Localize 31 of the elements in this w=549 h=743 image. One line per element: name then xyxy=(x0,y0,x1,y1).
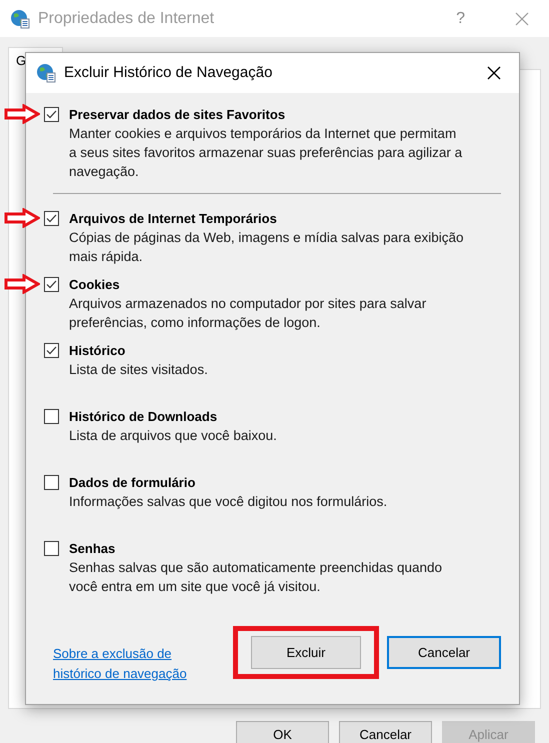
window-title: Propriedades de Internet xyxy=(38,8,214,28)
option-label: Histórico de Downloads xyxy=(69,408,218,426)
option-description: Lista de arquivos que você baixou. xyxy=(69,427,278,445)
option-description: Cópias de páginas da Web, imagens e mídia salvas para exibição mais rápida. xyxy=(69,229,464,266)
checkbox[interactable] xyxy=(44,107,59,122)
option-description: Lista de sites visitados. xyxy=(69,361,209,379)
globe-icon xyxy=(36,63,56,83)
help-link[interactable]: Sobre a exclusão de histórico de navegação xyxy=(53,644,217,684)
option-description: Informações salvas que você digitou nos formulários. xyxy=(69,493,388,511)
checkbox[interactable] xyxy=(44,409,59,424)
checkbox[interactable] xyxy=(44,475,59,490)
checkbox[interactable] xyxy=(44,277,59,292)
option-label: Cookies xyxy=(69,276,121,294)
option-label: Dados de formulário xyxy=(69,474,196,492)
option-description: Manter cookies e arquivos temporários da Internet que permitam a seus sites favoritos armazenar suas preferências para agilizar a navegação. xyxy=(69,125,464,181)
checkbox[interactable] xyxy=(44,541,59,556)
option-label: Preservar dados de sites Favoritos xyxy=(69,106,286,124)
checkbox[interactable] xyxy=(44,211,59,226)
dialog-button[interactable]: OK xyxy=(236,721,329,743)
dialog-button[interactable]: Cancelar xyxy=(339,721,432,743)
option-label: Senhas xyxy=(69,540,116,558)
option-label: Arquivos de Internet Temporários xyxy=(69,210,278,228)
globe-icon xyxy=(10,8,30,28)
dialog-button[interactable]: Cancelar xyxy=(387,636,501,669)
checkbox[interactable] xyxy=(44,343,59,358)
close-icon[interactable] xyxy=(487,66,501,80)
option-description: Arquivos armazenados no computador por sites para salvar preferências, como informações de logon. xyxy=(69,295,428,332)
dialog-title: Excluir Histórico de Navegação xyxy=(64,62,272,83)
option-label: Histórico xyxy=(69,342,126,360)
dialog-button[interactable]: Excluir xyxy=(251,636,361,669)
option-description: Senhas salvas que são automaticamente preenchidas quando você entra em um site que você já visitou. xyxy=(69,559,444,596)
